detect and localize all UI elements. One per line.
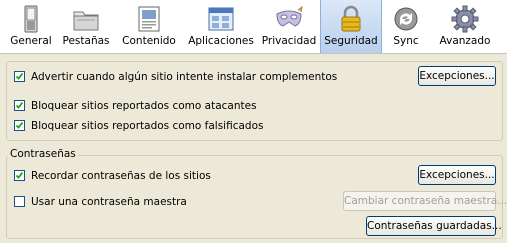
tab-aplicaciones[interactable]: Aplicaciones: [184, 0, 258, 53]
tab-label: Avanzado: [439, 35, 491, 47]
tab-label: Pestañas: [62, 35, 110, 47]
preferences-toolbar: General Pestañas Contenido Aplicaciones …: [0, 0, 507, 54]
passwords-caption: Contraseñas: [8, 148, 78, 160]
checkbox-checked[interactable]: [14, 120, 25, 131]
block-forgery-label: Bloquear sitios reportados como falsific…: [31, 120, 264, 132]
tab-seguridad[interactable]: Seguridad: [320, 0, 382, 53]
tab-avanzado[interactable]: Avanzado: [435, 0, 495, 53]
tab-label: Contenido: [122, 35, 176, 47]
tab-contenido[interactable]: Contenido: [117, 0, 181, 53]
tab-privacidad[interactable]: Privacidad: [260, 0, 318, 53]
folder-tabs-icon: [71, 4, 101, 34]
tab-label: Aplicaciones: [188, 35, 254, 47]
block-attack-checkbox[interactable]: Bloquear sitios reportados como atacante…: [14, 99, 257, 113]
warn-addons-checkbox[interactable]: Advertir cuando algún sitio intente inst…: [14, 70, 337, 84]
passwords-exceptions-button[interactable]: Excepciones...: [418, 165, 496, 185]
sync-icon: [391, 4, 421, 34]
block-attack-label: Bloquear sitios reportados como atacante…: [31, 100, 257, 112]
checkbox-unchecked[interactable]: [14, 196, 25, 207]
tab-label: Sync: [393, 35, 419, 47]
mask-icon: [274, 4, 304, 34]
switch-icon: [16, 4, 46, 34]
checkbox-checked[interactable]: [14, 170, 25, 181]
tab-pestanas[interactable]: Pestañas: [60, 0, 112, 53]
saved-passwords-button[interactable]: Contraseñas guardadas...: [366, 216, 502, 236]
applications-icon: [206, 4, 236, 34]
tab-label: Seguridad: [324, 35, 378, 47]
master-password-checkbox[interactable]: Usar una contraseña maestra: [14, 195, 187, 209]
tab-label: Privacidad: [261, 35, 317, 47]
addons-exceptions-button[interactable]: Excepciones...: [418, 66, 496, 86]
checkbox-checked[interactable]: [14, 71, 25, 82]
remember-passwords-checkbox[interactable]: Recordar contraseñas de los sitios: [14, 169, 211, 183]
block-forgery-checkbox[interactable]: Bloquear sitios reportados como falsific…: [14, 119, 263, 133]
checkbox-checked[interactable]: [14, 100, 25, 111]
change-master-password-button[interactable]: Cambiar contraseña maestra...: [343, 191, 507, 211]
tab-sync[interactable]: Sync: [384, 0, 428, 53]
gear-icon: [450, 4, 480, 34]
tab-general[interactable]: General: [5, 0, 57, 53]
padlock-icon: [336, 4, 366, 34]
content-icon: [134, 4, 164, 34]
tab-label: General: [10, 35, 52, 47]
warn-addons-label: Advertir cuando algún sitio intente inst…: [31, 71, 338, 83]
master-password-label: Usar una contraseña maestra: [31, 196, 187, 208]
remember-passwords-label: Recordar contraseñas de los sitios: [31, 170, 211, 182]
